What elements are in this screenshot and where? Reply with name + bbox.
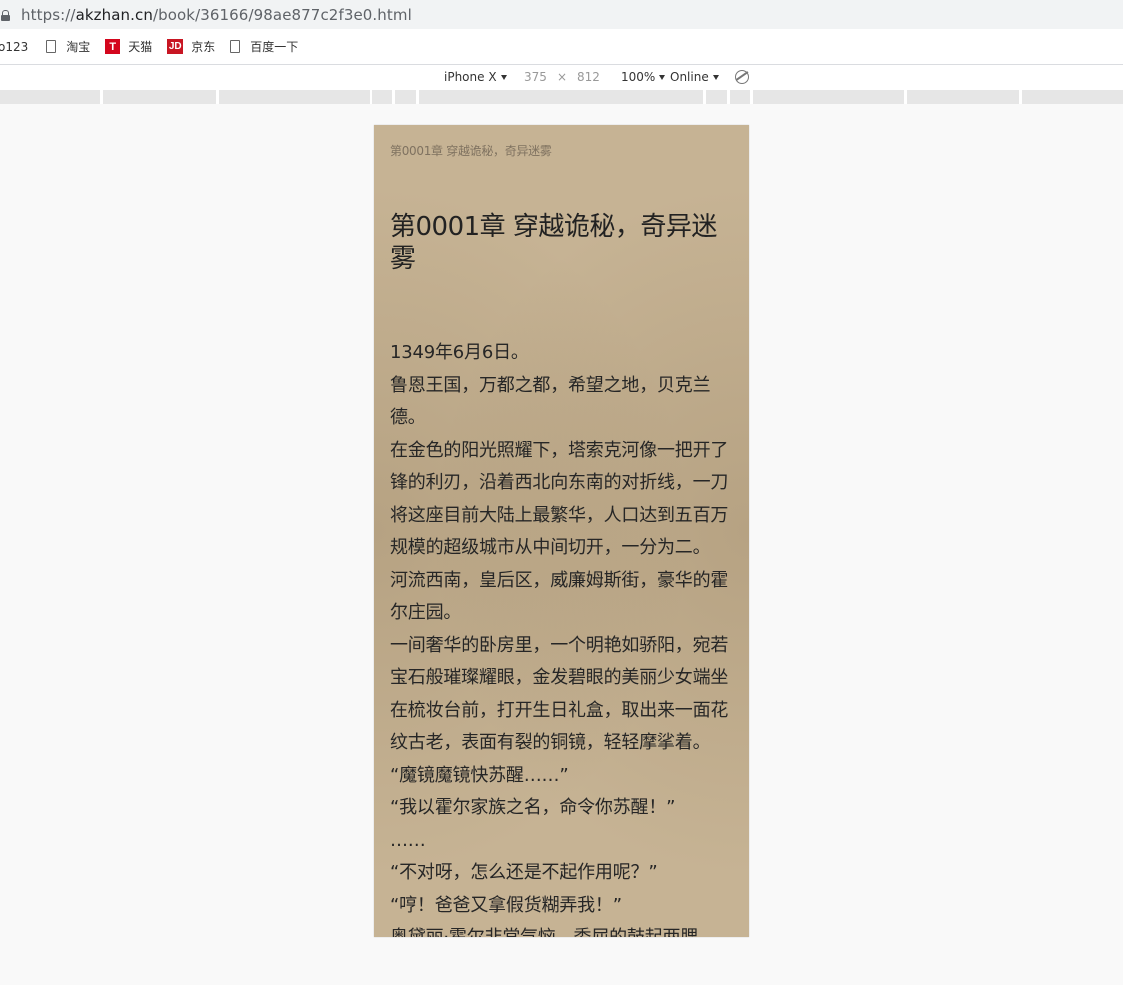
paragraph: “哼！爸爸又拿假货糊弄我！” [390, 894, 622, 916]
paragraph: “魔镜魔镜快苏醒……” [390, 764, 569, 786]
tmall-icon: T [105, 39, 121, 54]
chapter-title: 第0001章 穿越诡秘，奇异迷雾 [390, 212, 717, 274]
paragraph: 一间奢华的卧房里，一个明艳如骄阳，宛若宝石般璀璨耀眼，金发碧眼的美丽少女端坐在梳… [390, 634, 729, 754]
media-query-segment[interactable] [0, 90, 100, 104]
dimension-separator: × [557, 70, 568, 84]
paragraph: 1349年6月6日。 [390, 342, 529, 363]
media-query-segment[interactable] [907, 90, 1019, 104]
bookmark-o123[interactable]: o123 [0, 40, 28, 54]
media-query-segment[interactable] [219, 90, 370, 104]
rotate-icon[interactable] [735, 70, 749, 84]
paragraph: “不对呀，怎么还是不起作用呢？” [390, 862, 658, 883]
paragraph: “我以霍尔家族之名，命令你苏醒！” [390, 797, 676, 818]
paragraph: 鲁恩王国，万都之都，希望之地，贝克兰德。 [390, 374, 711, 429]
network-throttle-select[interactable]: Online [670, 70, 719, 84]
breadcrumb[interactable]: 第0001章 穿越诡秘，奇异迷雾 [390, 142, 733, 159]
page-icon [46, 40, 57, 53]
width-field[interactable]: 375 [524, 70, 547, 84]
media-query-segment[interactable] [1022, 90, 1123, 104]
media-query-segment[interactable] [730, 90, 750, 104]
chevron-down-icon [500, 74, 507, 80]
height-field[interactable]: 812 [577, 70, 600, 84]
reader-page: 第0001章 穿越诡秘，奇异迷雾 第0001章 穿越诡秘，奇异迷雾 1349年6… [374, 142, 749, 937]
paragraph: 河流西南，皇后区，威廉姆斯街，豪华的霍尔庄园。 [390, 569, 729, 624]
media-query-segment[interactable] [372, 90, 392, 104]
jd-icon: JD [167, 39, 184, 54]
device-toolbar: iPhone X 375 × 812 100% Online [0, 65, 1123, 90]
lock-icon[interactable] [1, 9, 10, 21]
paragraph: …… [390, 829, 426, 851]
device-select[interactable]: iPhone X [444, 70, 507, 84]
media-query-segment[interactable] [419, 90, 703, 104]
media-query-segment[interactable] [753, 90, 904, 104]
address-bar[interactable]: https://akzhan.cn/book/36166/98ae877c2f3… [0, 0, 1123, 29]
media-query-bar [0, 90, 1123, 104]
bookmark-taobao[interactable]: 淘宝 [46, 38, 90, 55]
chapter-content: 1349年6月6日。 鲁恩王国，万都之都，希望之地，贝克兰德。 在金色的阳光照耀… [390, 337, 733, 937]
chevron-down-icon [659, 74, 666, 80]
device-viewport[interactable]: 第0001章 穿越诡秘，奇异迷雾 第0001章 穿越诡秘，奇异迷雾 1349年6… [374, 125, 749, 937]
bookmark-tmall[interactable]: T 天猫 [105, 38, 152, 55]
zoom-select[interactable]: 100% [621, 70, 666, 84]
paragraph: 在金色的阳光照耀下，塔索克河像一把开了锋的利刃，沿着西北向东南的对折线，一刀将这… [390, 439, 729, 559]
media-query-segment[interactable] [706, 90, 727, 104]
bookmark-jd[interactable]: JD 京东 [167, 38, 215, 55]
bookmarks-bar: o123 淘宝 T 天猫 JD 京东 百度一下 [0, 29, 1123, 65]
url-text[interactable]: https://akzhan.cn/book/36166/98ae877c2f3… [21, 6, 412, 24]
paragraph: 奥黛丽·霍尔非常气恼，委屈的鼓起两腮。 [390, 922, 733, 937]
chevron-down-icon [712, 74, 719, 80]
media-query-segment[interactable] [103, 90, 216, 104]
page-icon [230, 40, 241, 53]
media-query-segment[interactable] [395, 90, 416, 104]
bookmark-baidu[interactable]: 百度一下 [230, 38, 298, 55]
